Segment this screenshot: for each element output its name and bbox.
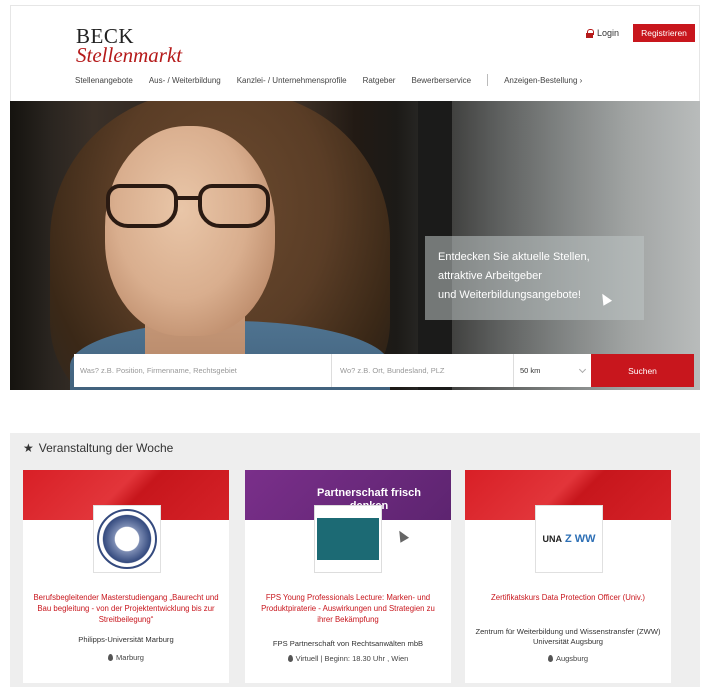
event-location: Marburg [31, 653, 221, 662]
search-submit-button[interactable]: Suchen [591, 354, 694, 387]
uni-augsburg-logo: UNA Z WW [542, 533, 595, 545]
mouse-cursor-icon [394, 528, 410, 543]
hero-promo-box: Entdecken Sie aktuelle Stellen, attrakti… [425, 236, 644, 320]
nav-item-kanzleiprofile[interactable]: Kanzlei- / Unternehmensprofile [237, 76, 347, 85]
event-organizer: FPS Partnerschaft von Rechtsanwälten mbB [272, 639, 424, 648]
hero-banner: Entdecken Sie aktuelle Stellen, attrakti… [10, 101, 700, 390]
university-seal-icon [97, 509, 157, 569]
event-card-1[interactable]: Berufsbegleitender Masterstudiengang „Ba… [23, 470, 229, 683]
event-title[interactable]: Berufsbegleitender Masterstudiengang „Ba… [33, 592, 219, 625]
lock-icon [586, 29, 594, 38]
star-icon: ★ [23, 441, 34, 455]
nav-item-stellenangebote[interactable]: Stellenangebote [75, 76, 133, 85]
main-nav: Stellenangebote Aus- / Weiterbildung Kan… [75, 74, 598, 86]
nav-divider [487, 74, 489, 86]
section-title: ★ Veranstaltung der Woche [23, 441, 173, 455]
radius-value: 50 km [520, 366, 541, 375]
section-title-text: Veranstaltung der Woche [38, 441, 174, 455]
nav-item-ratgeber[interactable]: Ratgeber [363, 76, 396, 85]
fps-thumbnail-image [317, 518, 379, 560]
logo-line-2: Stellenmarkt [76, 43, 183, 67]
where-search-input[interactable]: Wo? z.B. Ort, Bundesland, PLZ [332, 354, 514, 387]
card-logo-augsburg: UNA Z WW [535, 505, 603, 573]
register-button[interactable]: Registrieren [633, 24, 695, 42]
nav-item-bewerberservice[interactable]: Bewerberservice [411, 76, 471, 85]
chevron-down-icon [578, 365, 587, 373]
promo-line-2: attraktive Arbeitgeber [438, 270, 542, 282]
hero-person-face [105, 126, 275, 336]
nav-item-anzeigen-bestellung[interactable]: Anzeigen-Bestellung › [504, 76, 582, 85]
location-pin-icon [547, 655, 553, 662]
hero-person-glasses [106, 184, 276, 229]
event-organizer: Philipps-Universität Marburg [78, 635, 174, 644]
event-title[interactable]: FPS Young Professionals Lecture: Marken-… [255, 592, 441, 625]
radius-select[interactable]: 50 km [514, 354, 591, 387]
event-title[interactable]: Zertifikatskurs Data Protection Officer … [475, 592, 661, 603]
event-location-text: Marburg [116, 653, 144, 662]
login-link[interactable]: Login [586, 28, 619, 38]
uni-logo-text: UNA [542, 534, 562, 544]
beck-stellenmarkt-logo[interactable]: BECK Stellenmarkt [76, 26, 182, 66]
promo-line-1: Entdecken Sie aktuelle Stellen, [438, 251, 590, 263]
card-logo-marburg [93, 505, 161, 573]
card-logo-fps [314, 505, 382, 573]
event-card-3[interactable]: UNA Z WW Zertifikatskurs Data Protection… [465, 470, 671, 683]
event-location: Virtuell | Beginn: 18.30 Uhr , Wien [253, 654, 443, 663]
nav-item-weiterbildung[interactable]: Aus- / Weiterbildung [149, 76, 221, 85]
event-location: Augsburg [473, 654, 663, 663]
event-location-text: Augsburg [555, 654, 589, 663]
event-organizer: Zentrum für Weiterbildung und Wissenstra… [475, 627, 661, 646]
location-pin-icon [287, 655, 293, 662]
event-location-text: Virtuell | Beginn: 18.30 Uhr , Wien [295, 654, 409, 663]
what-search-input[interactable]: Was? z.B. Position, Firmenname, Rechtsge… [74, 354, 332, 387]
login-label: Login [597, 28, 620, 38]
event-of-the-week-section: ★ Veranstaltung der Woche Berufsbegleite… [10, 433, 700, 687]
zww-logo-text: Z WW [564, 533, 596, 545]
site-header: BECK Stellenmarkt Login Registrieren Ste… [10, 5, 700, 101]
location-pin-icon [108, 654, 114, 661]
job-search-bar: Was? z.B. Position, Firmenname, Rechtsge… [74, 354, 694, 387]
event-card-2[interactable]: Partnerschaft frisch denken FPS Young Pr… [245, 470, 451, 683]
